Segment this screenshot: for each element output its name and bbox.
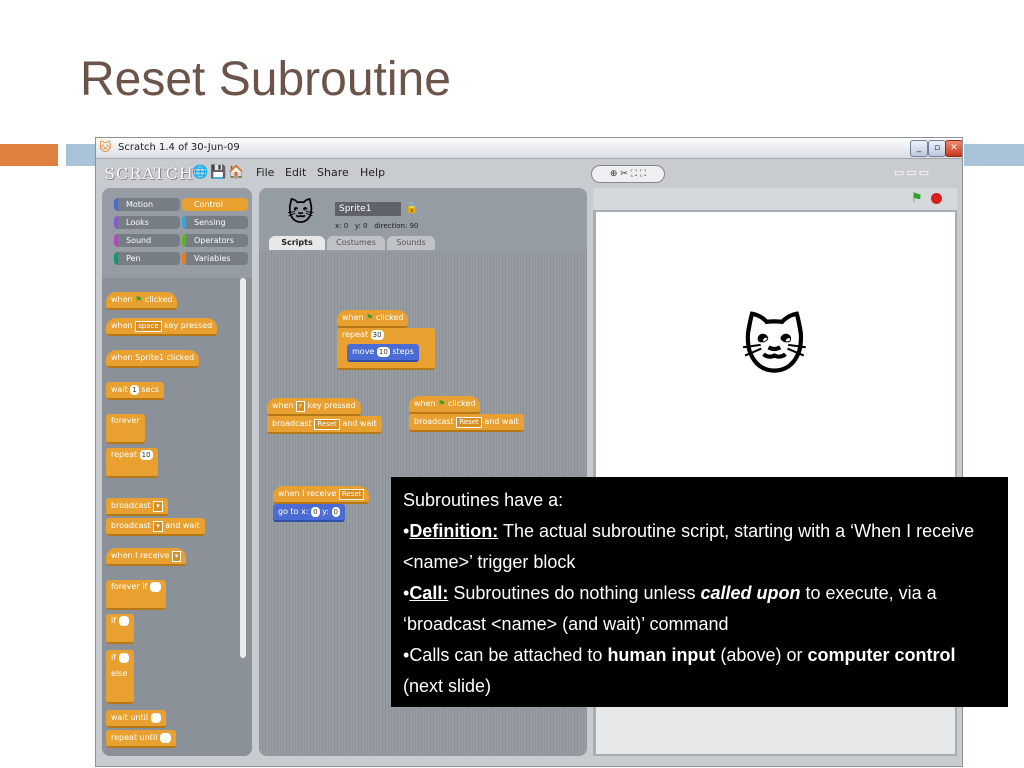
script-when-key-hat[interactable]: when r key pressed: [267, 398, 361, 416]
stage-tools[interactable]: ⊕ ✂ ⛶ ⛶: [591, 165, 665, 183]
decorative-bar-blue: [66, 144, 96, 166]
category-pen[interactable]: Pen: [114, 252, 180, 265]
tab-sounds[interactable]: Sounds: [387, 236, 435, 250]
sprite-thumbnail: 🐱: [287, 198, 315, 228]
save-icon[interactable]: 💾: [210, 165, 226, 180]
script-broadcast-reset-1[interactable]: broadcast Reset and wait: [267, 416, 382, 434]
category-control[interactable]: Control: [182, 198, 248, 211]
menu-help[interactable]: Help: [360, 166, 385, 179]
script-broadcast-reset-2[interactable]: broadcast Reset and wait: [409, 414, 524, 432]
scratch-logo: SCRATCH: [104, 164, 194, 183]
green-flag-icon[interactable]: ⚑: [911, 191, 923, 206]
cat-sprite[interactable]: 🐱: [741, 310, 808, 384]
scratch-cat-icon: 🐱: [99, 140, 112, 154]
callout-attach: •Calls can be attached to human input (a…: [403, 645, 956, 696]
slide-title: Reset Subroutine: [80, 53, 451, 106]
menu-edit[interactable]: Edit: [285, 166, 306, 179]
stage-toolbar: ⚑: [593, 188, 957, 210]
palette-block-when-key[interactable]: when space key pressed: [106, 318, 218, 336]
stop-sign-icon[interactable]: [931, 193, 942, 204]
palette-block-forever[interactable]: forever: [106, 414, 145, 444]
decorative-bar-orange: [0, 144, 58, 166]
globe-icon[interactable]: 🌐: [192, 165, 208, 180]
category-buttons: Motion Control Looks Sensing Sound Opera…: [102, 188, 252, 272]
script-when-flag-hat-2[interactable]: when ⚑ clicked: [409, 396, 481, 414]
share-icon[interactable]: 🏠: [228, 165, 244, 180]
sprite-info: 🐱 Sprite1 🔒 x: 0 y: 0 direction: 90 Scri…: [259, 188, 587, 250]
minimize-button[interactable]: _: [910, 140, 928, 157]
script-move[interactable]: move 10 steps: [347, 344, 419, 362]
sprite-name-field[interactable]: Sprite1: [335, 202, 401, 216]
palette-block-broadcast[interactable]: broadcast ▾: [106, 498, 168, 516]
window-title: Scratch 1.4 of 30-Jun-09: [118, 142, 240, 153]
window-titlebar: 🐱 Scratch 1.4 of 30-Jun-09 _ ▫ ✕: [96, 138, 962, 159]
category-sound[interactable]: Sound: [114, 234, 180, 247]
view-mode-icons[interactable]: ▭▭▭: [894, 166, 931, 179]
callout-intro: Subroutines have a:: [403, 490, 564, 510]
green-flag-icon: ⚑: [438, 399, 446, 408]
category-sensing[interactable]: Sensing: [182, 216, 248, 229]
stage[interactable]: 🐱: [596, 212, 955, 482]
palette-block-wait[interactable]: wait 1 secs: [106, 382, 165, 400]
decorative-bar-blue-right: [964, 144, 1024, 166]
maximize-button[interactable]: ▫: [928, 140, 946, 157]
tab-costumes[interactable]: Costumes: [327, 236, 385, 250]
callout-box: Subroutines have a: •Definition: The act…: [391, 477, 1008, 707]
close-button[interactable]: ✕: [945, 140, 962, 157]
script-when-i-receive-hat[interactable]: when I receive Reset: [273, 486, 370, 504]
palette-block-if[interactable]: if: [106, 614, 135, 644]
palette-block-broadcast-and-wait[interactable]: broadcast ▾ and wait: [106, 518, 205, 536]
green-flag-icon: ⚑: [366, 313, 374, 322]
palette-block-when-flag[interactable]: when ⚑ clicked: [106, 292, 178, 310]
category-operators[interactable]: Operators: [182, 234, 248, 247]
palette-block-when-sprite-clicked[interactable]: when Sprite1 clicked: [106, 350, 200, 368]
menu-file[interactable]: File: [256, 166, 274, 179]
category-looks[interactable]: Looks: [114, 216, 180, 229]
green-flag-icon: ⚑: [135, 295, 143, 304]
script-go-to[interactable]: go to x: 0 y: 0: [273, 504, 345, 522]
palette-block-repeat[interactable]: repeat 10: [106, 448, 158, 478]
category-variables[interactable]: Variables: [182, 252, 248, 265]
palette-block-when-i-receive[interactable]: when I receive ▾: [106, 548, 187, 566]
palette-blocks: when ⚑ clicked when space key pressed wh…: [102, 278, 252, 756]
palette-scrollbar[interactable]: [240, 278, 246, 658]
palette-block-wait-until[interactable]: wait until: [106, 710, 167, 728]
tab-scripts[interactable]: Scripts: [269, 236, 325, 250]
block-palette: Motion Control Looks Sensing Sound Opera…: [102, 188, 252, 756]
menubar: SCRATCH 🌐 💾 🏠 File Edit Share Help ⊕ ✂ ⛶…: [96, 159, 962, 187]
category-motion[interactable]: Motion: [114, 198, 180, 211]
menu-share[interactable]: Share: [317, 166, 349, 179]
palette-block-if-else[interactable]: if else: [106, 650, 135, 704]
lock-icon[interactable]: 🔒: [405, 201, 419, 214]
script-when-flag-hat[interactable]: when ⚑ clicked: [337, 310, 409, 328]
callout-definition: •Definition: The actual subroutine scrip…: [403, 521, 975, 572]
callout-call: •Call: Subroutines do nothing unless cal…: [403, 583, 937, 634]
palette-block-repeat-until[interactable]: repeat until: [106, 730, 176, 748]
palette-block-forever-if[interactable]: forever if: [106, 580, 166, 610]
sprite-position: x: 0 y: 0 direction: 90: [335, 222, 419, 230]
